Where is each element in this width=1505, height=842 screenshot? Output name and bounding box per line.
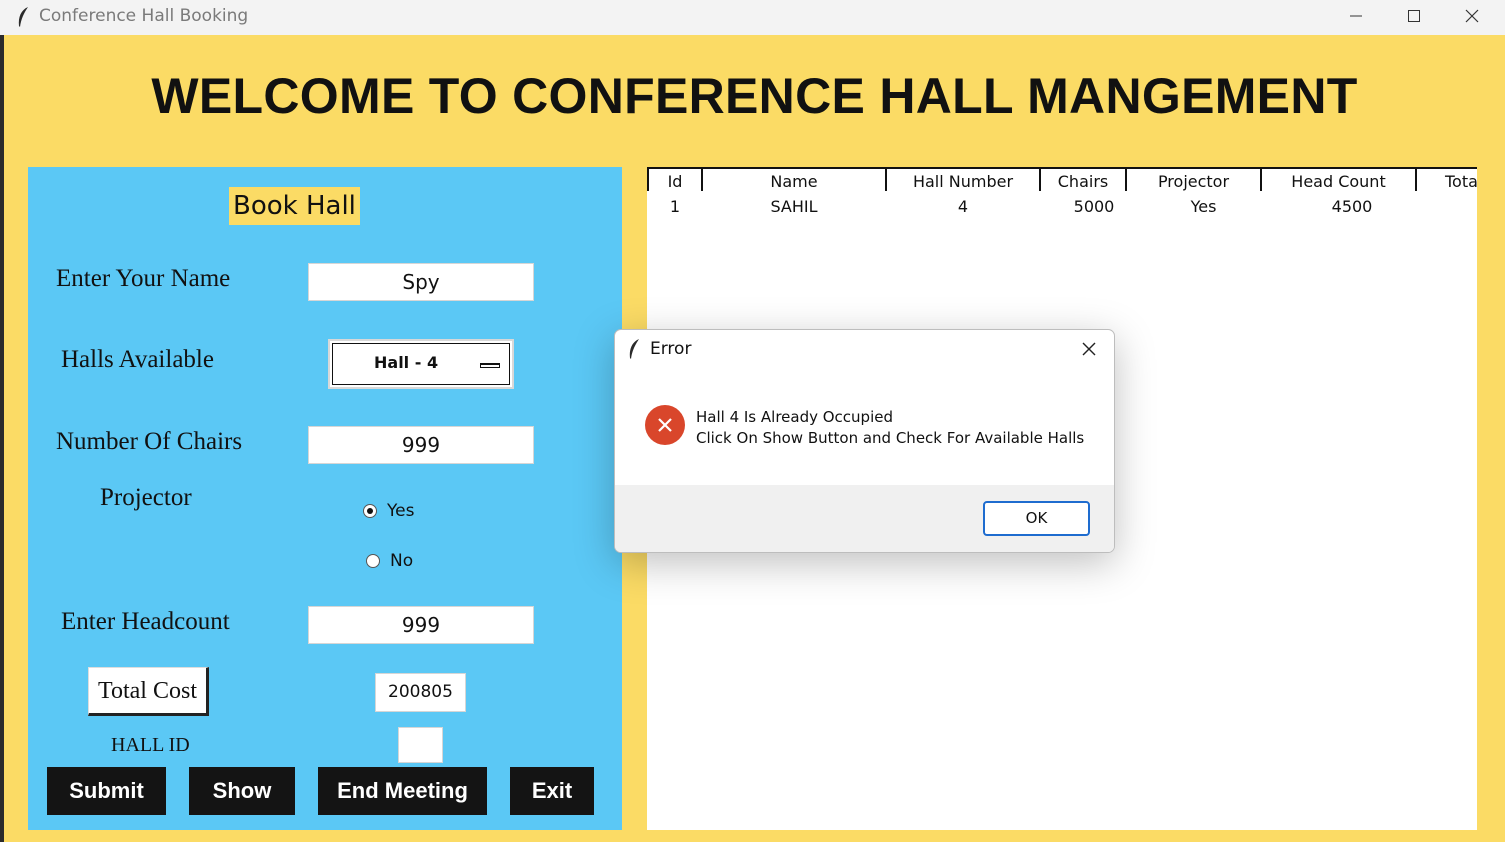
- radio-selected-icon: [363, 504, 377, 518]
- column-header[interactable]: Projector: [1127, 172, 1260, 191]
- dialog-footer: OK: [615, 485, 1114, 552]
- submit-button[interactable]: Submit: [47, 767, 166, 815]
- window-title: Conference Hall Booking: [39, 6, 249, 26]
- dialog-message-line1: Hall 4 Is Already Occupied: [696, 408, 893, 426]
- dropdown-indicator-icon: [480, 363, 500, 368]
- table-cell: Yes: [1190, 197, 1217, 216]
- hall-id-label: HALL ID: [111, 734, 190, 756]
- exit-button[interactable]: Exit: [510, 767, 594, 815]
- show-button[interactable]: Show: [189, 767, 295, 815]
- column-header[interactable]: Head Count: [1262, 172, 1415, 191]
- dialog-body: Hall 4 Is Already Occupied Click On Show…: [615, 367, 1114, 485]
- projector-yes-radio[interactable]: Yes: [363, 501, 414, 521]
- chairs-input[interactable]: 999: [308, 426, 534, 464]
- minimize-icon: [1350, 15, 1362, 17]
- column-header[interactable]: Hall Number: [887, 172, 1039, 191]
- headcount-label: Enter Headcount: [61, 608, 230, 635]
- table-cell: 4500: [1331, 197, 1373, 216]
- window-titlebar: Conference Hall Booking: [0, 0, 1505, 35]
- column-header[interactable]: Chairs: [1041, 172, 1125, 191]
- maximize-icon: [1408, 10, 1420, 22]
- column-header[interactable]: Tota: [1417, 172, 1477, 191]
- projector-no-label: No: [390, 551, 414, 571]
- dialog-close-button[interactable]: [1074, 336, 1104, 362]
- window-close-button[interactable]: [1443, 0, 1501, 32]
- error-dialog: Error Hall 4 Is Already Occupied Click O…: [614, 329, 1115, 553]
- feather-icon: [629, 339, 639, 359]
- ok-button[interactable]: OK: [983, 501, 1090, 536]
- table-cell: 4: [957, 197, 969, 216]
- projector-no-radio[interactable]: No: [366, 551, 413, 571]
- close-icon: [1465, 9, 1479, 23]
- table-cell: SAHIL: [770, 197, 818, 216]
- table-header: Id Name Hall Number Chairs Projector Hea…: [647, 167, 1477, 191]
- name-label: Enter Your Name: [56, 265, 231, 292]
- total-cost-button[interactable]: Total Cost: [88, 667, 209, 716]
- close-icon: [1082, 342, 1096, 356]
- panel-title: Book Hall: [229, 187, 360, 225]
- dialog-message-line2: Click On Show Button and Check For Avail…: [696, 429, 1085, 447]
- table-cell: 1: [669, 197, 681, 216]
- radio-unselected-icon: [366, 554, 380, 568]
- halls-label: Halls Available: [61, 346, 214, 373]
- chairs-label: Number Of Chairs: [56, 428, 243, 455]
- column-header[interactable]: Id: [649, 172, 701, 191]
- end-meeting-button[interactable]: End Meeting: [318, 767, 487, 815]
- name-input[interactable]: Spy: [308, 263, 534, 301]
- projector-label: Projector: [100, 484, 192, 511]
- error-icon: [645, 405, 685, 445]
- booking-panel: Book Hall Enter Your Name Spy Halls Avai…: [28, 167, 622, 830]
- feather-icon: [18, 7, 28, 27]
- halls-dropdown[interactable]: Hall - 4: [328, 339, 514, 389]
- hall-id-input[interactable]: [398, 727, 443, 763]
- dialog-title: Error: [650, 339, 692, 359]
- column-header[interactable]: Name: [703, 172, 885, 191]
- total-cost-field[interactable]: 200805: [375, 673, 466, 712]
- page-title: WELCOME TO CONFERENCE HALL MANGEMENT: [151, 68, 1358, 124]
- projector-yes-label: Yes: [387, 501, 415, 521]
- halls-selected-value: Hall - 4: [374, 353, 439, 372]
- headcount-input[interactable]: 999: [308, 606, 534, 644]
- minimize-button[interactable]: [1327, 0, 1385, 32]
- maximize-button[interactable]: [1385, 0, 1443, 32]
